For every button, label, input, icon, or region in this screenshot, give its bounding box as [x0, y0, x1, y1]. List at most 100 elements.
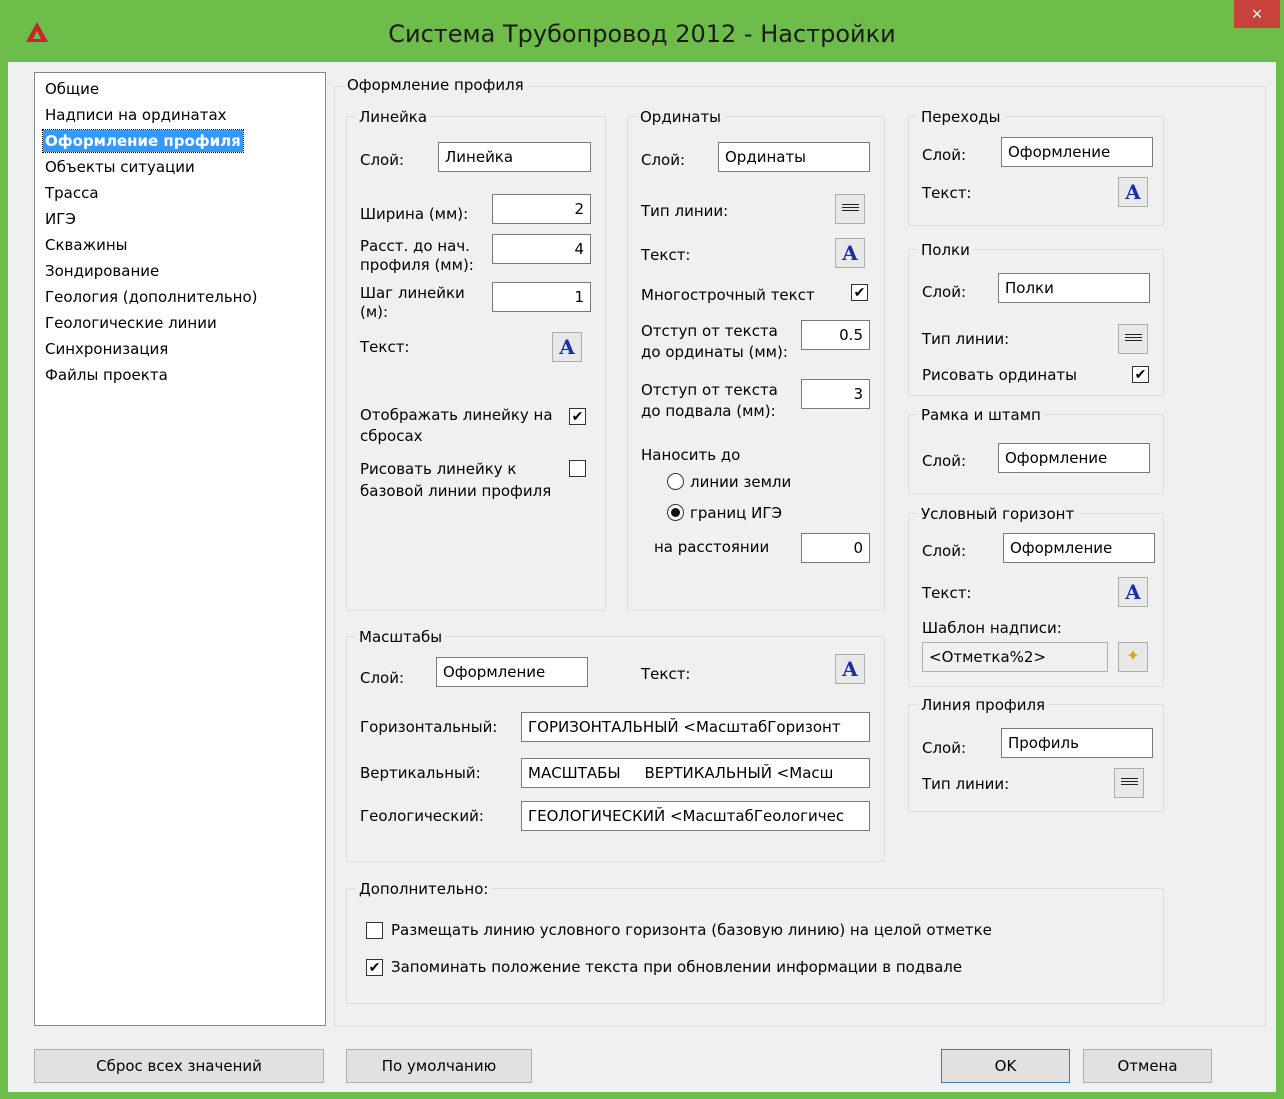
scales-text-label: Текст: [641, 665, 691, 683]
scales-vertical-field[interactable]: МАСШТАБЫ ВЕРТИКАЛЬНЫЙ <Масш [521, 758, 870, 788]
ruler-distance-field[interactable]: 4 [492, 234, 591, 264]
nav-item-situation-objects[interactable]: Объекты ситуации [43, 156, 197, 178]
text-style-icon: A [842, 241, 858, 265]
ordinates-linetype-label: Тип линии: [641, 202, 729, 220]
ruler-layer-field[interactable]: Линейка [438, 142, 591, 172]
ruler-text-label: Текст: [360, 338, 410, 356]
text-style-icon: A [559, 335, 575, 359]
ordinates-text-style-button[interactable]: A [835, 238, 865, 268]
shelves-draw-ordinates-checkbox[interactable]: ✔ [1132, 366, 1149, 383]
ruler-group-title: Линейка [356, 108, 431, 126]
ruler-draw-to-base-label-1: Рисовать линейку к [360, 460, 517, 478]
cancel-button[interactable]: Отмена [1083, 1049, 1212, 1083]
ruler-distance-label-1: Расст. до нач. [360, 237, 470, 255]
nav-item-ordinate-labels[interactable]: Надписи на ординатах [43, 104, 229, 126]
scales-text-style-button[interactable]: A [835, 654, 865, 684]
dialog-client-area: Общие Надписи на ординатах Оформление пр… [8, 62, 1276, 1092]
profile-line-layer-label: Слой: [922, 739, 967, 757]
scales-vertical-label: Вертикальный: [360, 764, 481, 782]
radio-ground-line[interactable] [667, 473, 684, 490]
profile-line-layer-field[interactable]: Профиль [1001, 728, 1153, 758]
horizon-layer-label: Слой: [922, 542, 967, 560]
scales-geological-field[interactable]: ГЕОЛОГИЧЕСКИЙ <МасштабГеологичес [521, 801, 870, 831]
integer-horizon-checkbox[interactable] [366, 922, 383, 939]
shelves-layer-field[interactable]: Полки [998, 273, 1150, 303]
horizon-text-style-button[interactable]: A [1118, 577, 1148, 607]
nav-item-general[interactable]: Общие [43, 78, 101, 100]
ordinates-linetype-button[interactable] [835, 194, 865, 224]
ordinates-text-label: Текст: [641, 246, 691, 264]
remember-text-position-label: Запоминать положение текста при обновлен… [391, 958, 963, 976]
horizon-text-label: Текст: [922, 584, 972, 602]
ruler-draw-to-base-checkbox[interactable] [569, 460, 586, 477]
radio-ige-boundaries[interactable] [667, 504, 684, 521]
profile-design-group-title: Оформление профиля [344, 76, 527, 94]
ruler-show-on-drops-label-1: Отображать линейку на [360, 406, 553, 424]
ordinates-offset-base-label-2: до подвала (мм): [641, 402, 776, 420]
reset-all-button[interactable]: Сброс всех значений [34, 1049, 324, 1083]
nav-item-sync[interactable]: Синхронизация [43, 338, 170, 360]
ordinates-draw-to-label: Наносить до [641, 446, 741, 464]
ordinates-offset-text-field[interactable]: 0.5 [801, 320, 870, 350]
window-title: Система Трубопровод 2012 - Настройки [388, 20, 896, 48]
ordinates-layer-field[interactable]: Ординаты [718, 142, 870, 172]
nav-item-ige[interactable]: ИГЭ [43, 208, 78, 230]
ordinates-offset-text-label-1: Отступ от текста [641, 322, 778, 340]
transitions-text-style-button[interactable]: A [1118, 177, 1148, 207]
scales-horizontal-label: Горизонтальный: [360, 718, 498, 736]
frame-layer-field[interactable]: Оформление [998, 443, 1150, 473]
horizon-template-field[interactable]: <Отметка%2> [922, 642, 1108, 672]
ordinates-offset-base-field[interactable]: 3 [801, 379, 870, 409]
nav-item-route[interactable]: Трасса [43, 182, 101, 204]
ordinates-offset-base-label-1: Отступ от текста [641, 381, 778, 399]
ruler-text-style-button[interactable]: A [552, 332, 582, 362]
text-style-icon: A [842, 657, 858, 681]
shelves-layer-label: Слой: [922, 283, 967, 301]
nav-item-wells[interactable]: Скважины [43, 234, 129, 256]
ruler-layer-label: Слой: [360, 151, 405, 169]
ruler-step-field[interactable]: 1 [492, 282, 591, 312]
ruler-show-on-drops-checkbox[interactable]: ✔ [569, 408, 586, 425]
horizon-layer-field[interactable]: Оформление [1003, 533, 1155, 563]
scales-horizontal-field[interactable]: ГОРИЗОНТАЛЬНЫЙ <МасштабГоризонт [521, 712, 870, 742]
settings-category-list[interactable]: Общие Надписи на ординатах Оформление пр… [34, 72, 326, 1026]
profile-line-linetype-label: Тип линии: [922, 775, 1010, 793]
scales-layer-field[interactable]: Оформление [436, 657, 588, 687]
ruler-step-label-1: Шаг линейки [360, 284, 465, 302]
ordinates-distance-field[interactable]: 0 [801, 533, 870, 563]
ordinates-group-title: Ординаты [637, 108, 725, 126]
nav-item-geology-extra[interactable]: Геология (дополнительно) [43, 286, 260, 308]
nav-item-project-files[interactable]: Файлы проекта [43, 364, 170, 386]
defaults-button[interactable]: По умолчанию [346, 1049, 532, 1083]
close-button[interactable]: × [1234, 0, 1280, 28]
profile-line-group-title: Линия профиля [918, 696, 1049, 714]
ordinates-multiline-checkbox[interactable]: ✔ [851, 284, 868, 301]
horizon-template-label: Шаблон надписи: [922, 619, 1062, 637]
template-wizard-button[interactable]: ✦ [1118, 642, 1148, 672]
integer-horizon-label: Размещать линию условного горизонта (баз… [391, 921, 992, 939]
transitions-layer-field[interactable]: Оформление [1001, 137, 1153, 167]
ruler-width-field[interactable]: 2 [492, 194, 591, 224]
shelves-linetype-button[interactable] [1118, 324, 1148, 354]
ok-button[interactable]: OK [941, 1049, 1070, 1083]
additional-group [346, 888, 1164, 1004]
transitions-text-label: Текст: [922, 184, 972, 202]
shelves-linetype-label: Тип линии: [922, 330, 1010, 348]
scales-group-title: Масштабы [356, 628, 446, 646]
remember-text-position-checkbox[interactable]: ✔ [366, 959, 383, 976]
nav-item-sounding[interactable]: Зондирование [43, 260, 161, 282]
transitions-group-title: Переходы [918, 108, 1004, 126]
ruler-draw-to-base-label-2: базовой линии профиля [360, 482, 552, 500]
magic-wand-icon: ✦ [1126, 648, 1140, 665]
shelves-group-title: Полки [918, 241, 973, 259]
title-bar: Система Трубопровод 2012 - Настройки × [0, 0, 1284, 62]
profile-line-linetype-button[interactable] [1114, 768, 1144, 798]
ruler-width-label: Ширина (мм): [360, 205, 469, 223]
nav-item-profile-design[interactable]: Оформление профиля [42, 129, 244, 153]
linetype-icon [1125, 334, 1142, 345]
nav-item-geological-lines[interactable]: Геологические линии [43, 312, 219, 334]
scales-geological-label: Геологический: [360, 807, 484, 825]
ordinates-distance-label: на расстоянии [654, 538, 770, 556]
ruler-show-on-drops-label-2: сбросах [360, 427, 423, 445]
transitions-layer-label: Слой: [922, 146, 967, 164]
